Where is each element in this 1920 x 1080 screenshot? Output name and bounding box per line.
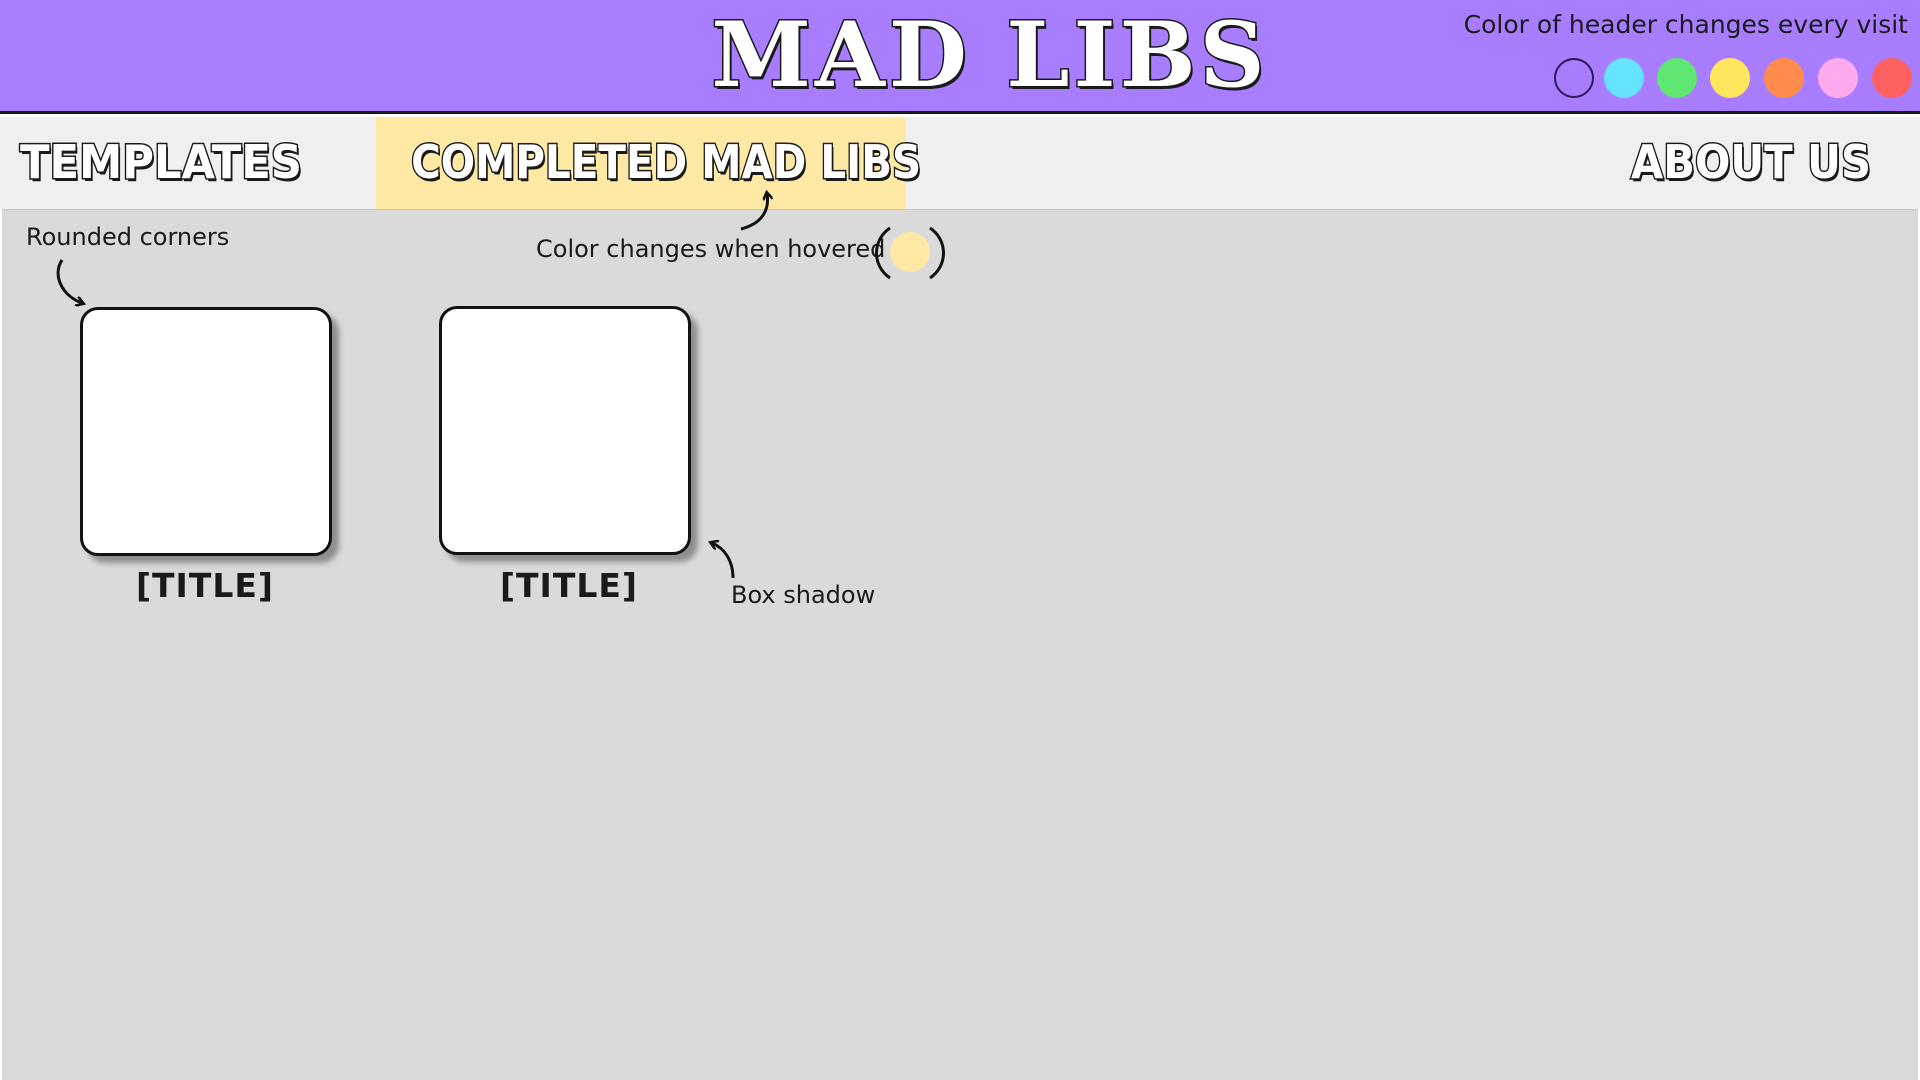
- arrow-to-nav: [740, 194, 768, 231]
- arrow-to-shadow: [712, 543, 735, 579]
- close-paren: [929, 226, 945, 280]
- arrow-to-corner: [56, 259, 82, 303]
- annotation-overlay: [56, 0, 945, 579]
- hover-color-sample: [890, 232, 930, 272]
- open-paren: [875, 226, 891, 280]
